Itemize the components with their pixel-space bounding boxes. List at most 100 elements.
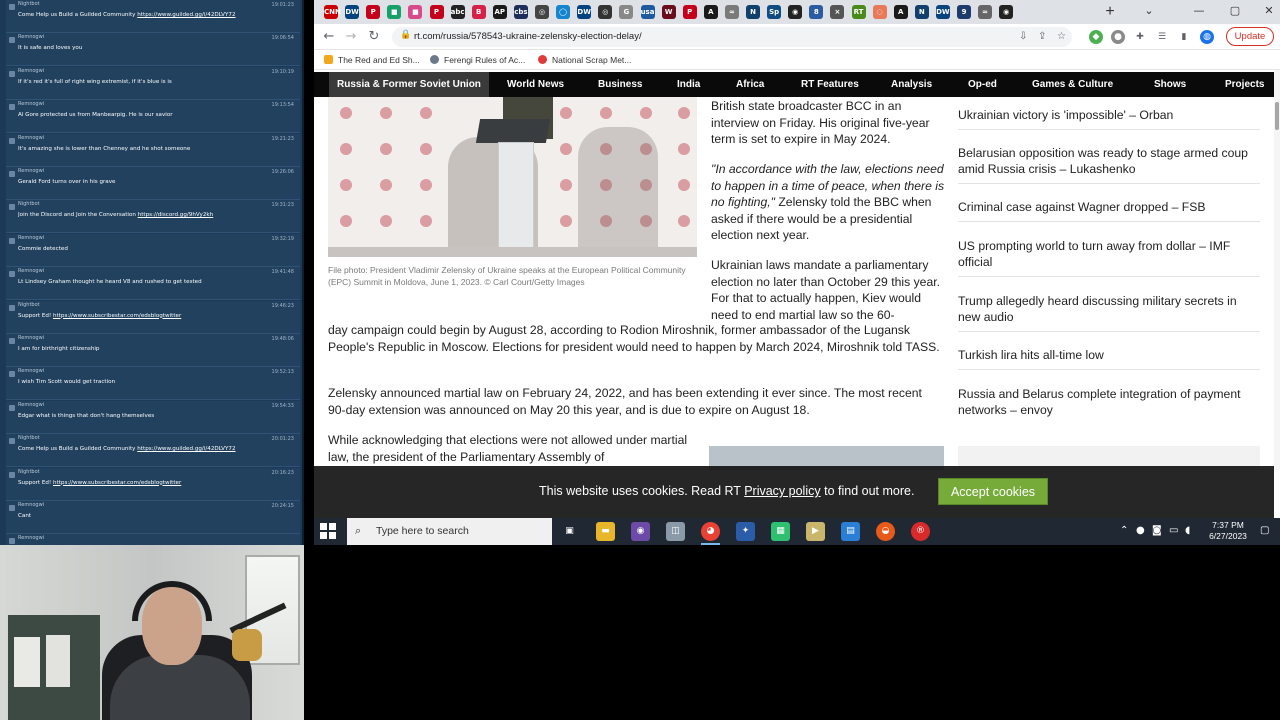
chat-link[interactable]: https://discord.gg/9hVy2kh xyxy=(138,212,214,218)
windows-start-icon[interactable] xyxy=(320,523,337,540)
microphone-icon[interactable]: ● xyxy=(1136,525,1145,536)
network-icon[interactable]: ▭ xyxy=(1169,525,1178,536)
forward-button[interactable]: → xyxy=(342,28,360,46)
tray-chevron-icon[interactable]: ⌃ xyxy=(1120,525,1128,536)
browser-tab-favicon[interactable]: P xyxy=(682,5,697,19)
sidepanel-icon[interactable]: ▮ xyxy=(1177,30,1191,44)
puzzle-icon[interactable]: ✚ xyxy=(1133,30,1147,44)
browser-tab-favicon[interactable]: ◎ xyxy=(535,5,549,19)
nav-africa[interactable]: Africa xyxy=(728,72,772,97)
nav-business[interactable]: Business xyxy=(590,72,650,97)
accept-cookies-button[interactable]: Accept cookies xyxy=(938,478,1048,505)
nav-rt-features[interactable]: RT Features xyxy=(793,72,867,97)
obs-icon[interactable]: ◉ xyxy=(631,522,650,541)
browser-tab-favicon[interactable]: DW xyxy=(577,5,592,19)
close-window-button[interactable]: ✕ xyxy=(1260,3,1278,19)
browser-tab-favicon[interactable]: A xyxy=(893,5,908,19)
reload-button[interactable]: ↻ xyxy=(365,28,383,46)
privacy-policy-link[interactable]: Privacy policy xyxy=(744,484,820,498)
install-icon[interactable]: ⇩ xyxy=(1019,31,1027,42)
app-icon[interactable]: ◫ xyxy=(666,522,685,541)
news-link[interactable]: Criminal case against Wagner dropped – F… xyxy=(958,199,1260,222)
browser-tab-favicon[interactable]: ◌ xyxy=(872,5,887,19)
app-icon[interactable]: ® xyxy=(911,522,930,541)
browser-tab-favicon[interactable]: P xyxy=(429,5,444,19)
browser-tab-favicon[interactable]: ■ xyxy=(408,5,423,19)
chat-link[interactable]: https://www.subscribestar.com/edsblogtwi… xyxy=(53,313,181,319)
media-icon[interactable]: ▶ xyxy=(806,522,825,541)
nav-shows[interactable]: Shows xyxy=(1146,72,1194,97)
chrome-icon[interactable]: ◕ xyxy=(701,522,720,545)
bookmark-item[interactable]: The Red and Ed Sh... xyxy=(324,53,420,67)
browser-tab-favicon[interactable]: × xyxy=(830,5,845,19)
browser-tab-favicon[interactable]: RT xyxy=(851,5,866,19)
browser-tab-favicon[interactable]: usa xyxy=(640,5,655,19)
browser-tab-favicon[interactable]: Sp xyxy=(767,5,782,19)
bookmark-star-icon[interactable]: ☆ xyxy=(1057,31,1066,42)
browser-tab-favicon[interactable]: ◉ xyxy=(788,5,803,19)
browser-tab-favicon[interactable]: ≈ xyxy=(724,5,739,19)
back-button[interactable]: ← xyxy=(320,28,338,46)
extension-icon[interactable]: ◆ xyxy=(1089,30,1103,44)
calculator-icon[interactable]: ▤ xyxy=(841,522,860,541)
nav-world-news[interactable]: World News xyxy=(499,72,572,97)
nav-analysis[interactable]: Analysis xyxy=(883,72,940,97)
news-link[interactable]: US prompting world to turn away from dol… xyxy=(958,238,1260,277)
browser-tab-favicon[interactable]: ◯ xyxy=(556,5,571,19)
share-icon[interactable]: ⇪ xyxy=(1038,31,1046,42)
browser-tab-favicon[interactable]: W xyxy=(661,5,676,19)
notifications-icon[interactable]: ▢ xyxy=(1260,525,1269,536)
browser-tab-favicon[interactable]: G xyxy=(619,5,634,19)
app-icon[interactable]: ✦ xyxy=(736,522,755,541)
new-tab-button[interactable]: + xyxy=(1101,2,1119,22)
browser-tab-favicon[interactable]: A xyxy=(703,5,718,19)
file-explorer-icon[interactable]: ▬ xyxy=(596,522,615,541)
browser-tab-favicon[interactable]: cbs xyxy=(513,5,528,19)
browser-tab-favicon[interactable]: DW xyxy=(935,5,950,19)
minimize-button[interactable]: — xyxy=(1190,3,1208,19)
page-scrollbar-thumb[interactable] xyxy=(1275,102,1279,130)
volume-icon[interactable]: ◖ xyxy=(1185,525,1190,536)
nav-op-ed[interactable]: Op-ed xyxy=(960,72,1005,97)
taskbar-search[interactable]: ⌕ Type here to search xyxy=(347,518,552,545)
chat-link[interactable]: https://www.subscribestar.com/edsblogtwi… xyxy=(53,480,181,486)
browser-tab-favicon[interactable]: DW xyxy=(345,5,360,19)
page-scrollbar[interactable] xyxy=(1274,70,1280,470)
browser-tab-favicon[interactable]: abc xyxy=(450,5,465,19)
app-icon[interactable]: ◒ xyxy=(876,522,895,541)
browser-tab-favicon[interactable]: N xyxy=(914,5,929,19)
security-icon[interactable]: ◙ xyxy=(1152,525,1162,536)
browser-tab-favicon[interactable]: 8 xyxy=(809,5,824,19)
browser-tab-favicon[interactable]: ◉ xyxy=(999,5,1014,19)
browser-tab-favicon[interactable]: P xyxy=(366,5,381,19)
browser-tab-favicon[interactable]: AP xyxy=(492,5,507,19)
news-link[interactable]: Belarusian opposition was ready to stage… xyxy=(958,145,1260,184)
bookmark-item[interactable]: Ferengi Rules of Ac... xyxy=(430,53,525,67)
nav-projects[interactable]: Projects xyxy=(1217,72,1272,97)
browser-tab-favicon[interactable]: 9 xyxy=(957,5,971,19)
app-icon[interactable]: ▦ xyxy=(771,522,790,541)
browser-tab-favicon[interactable]: ■ xyxy=(387,5,402,19)
address-bar[interactable]: 🔒 rt.com/russia/578543-ukraine-zelensky-… xyxy=(392,27,1072,47)
nav-russia[interactable]: Russia & Former Soviet Union xyxy=(329,72,489,97)
reading-list-icon[interactable]: ☰ xyxy=(1155,30,1169,44)
news-link[interactable]: Turkish lira hits all-time low xyxy=(958,347,1260,370)
browser-tab-favicon[interactable]: ≈ xyxy=(978,5,993,19)
browser-tab-favicon[interactable]: N xyxy=(746,5,760,19)
bookmark-item[interactable]: National Scrap Met... xyxy=(538,53,631,67)
restore-button[interactable]: ▢ xyxy=(1226,3,1244,19)
browser-tab-favicon[interactable]: CNN xyxy=(324,5,341,19)
profile-avatar[interactable]: ◍ xyxy=(1200,30,1214,44)
news-link[interactable]: Trump allegedly heard discussing militar… xyxy=(958,293,1260,332)
browser-tab-favicon[interactable]: B xyxy=(471,5,486,19)
taskbar-clock[interactable]: 7:37 PM 6/27/2023 xyxy=(1200,520,1256,542)
news-link[interactable]: Russia and Belarus complete integration … xyxy=(958,386,1260,424)
chat-link[interactable]: https://www.guilded.gg/i/42DLVY72 xyxy=(137,12,235,18)
chat-link[interactable]: https://www.guilded.gg/i/42DLVY72 xyxy=(137,446,235,452)
extension-icon[interactable]: ● xyxy=(1111,30,1125,44)
task-view-icon[interactable]: ▣ xyxy=(560,522,579,541)
update-button[interactable]: Update xyxy=(1226,27,1274,46)
browser-tab-favicon[interactable]: ◎ xyxy=(598,5,613,19)
nav-india[interactable]: India xyxy=(669,72,708,97)
nav-games-culture[interactable]: Games & Culture xyxy=(1024,72,1121,97)
